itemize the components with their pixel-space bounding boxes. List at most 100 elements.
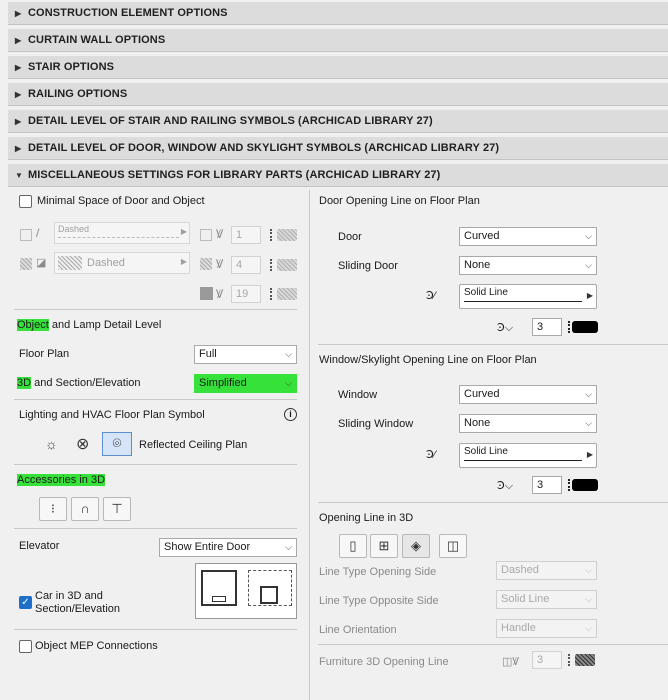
dots-icon — [270, 288, 273, 300]
chevron-down-icon: ⌵ — [585, 231, 592, 241]
door-line-type-picker[interactable]: Solid Line ▶ — [459, 284, 597, 309]
header-misc-settings[interactable]: ▼ MISCELLANEOUS SETTINGS FOR LIBRARY PART… — [8, 164, 668, 187]
header-railing-options[interactable]: ▶ RAILING OPTIONS — [8, 83, 668, 106]
expand-triangle-icon: ▶ — [15, 144, 22, 153]
pen-number-2[interactable]: 4 — [231, 256, 261, 274]
door-3d-icon[interactable]: ▯ — [339, 534, 367, 558]
header-curtain-wall-options[interactable]: ▶ CURTAIN WALL OPTIONS — [8, 29, 668, 52]
dots-icon — [568, 479, 571, 491]
floor-plan-label: Floor Plan — [19, 348, 70, 360]
pen-number-3[interactable]: 19 — [231, 285, 261, 303]
minimal-space-checkbox[interactable] — [19, 195, 32, 208]
line-type-field-2[interactable]: Dashed ▶ — [54, 252, 190, 274]
floor-plan-select[interactable]: Full ⌵ — [194, 345, 297, 364]
window-line-type-picker[interactable]: Solid Line ▶ — [459, 443, 597, 468]
expand-triangle-icon: ▶ — [15, 63, 22, 72]
furniture-pen-color[interactable] — [575, 654, 595, 666]
header-detail-stair-railing[interactable]: ▶ DETAIL LEVEL OF STAIR AND RAILING SYMBO… — [8, 110, 668, 133]
pen-icon: Ꝟ — [216, 287, 224, 301]
window-label: Window — [338, 389, 378, 401]
pen-color-swatch-1[interactable] — [277, 229, 297, 241]
section-elevation-select[interactable]: Simplified ⌵ — [194, 374, 297, 393]
mep-checkbox[interactable] — [19, 640, 32, 653]
pen-color-swatch-2[interactable] — [277, 259, 297, 271]
info-icon[interactable]: i — [284, 408, 297, 421]
expand-triangle-icon: ▶ — [15, 36, 22, 45]
chevron-down-icon: ⌵ — [585, 623, 592, 633]
sliding-door-select[interactable]: None ⌵ — [459, 256, 597, 275]
accessory-faucet-icon[interactable]: ∩ — [71, 497, 99, 521]
dots-icon — [568, 321, 571, 333]
furniture-pen-number[interactable]: 3 — [532, 651, 562, 669]
door-pen-color[interactable] — [572, 321, 598, 333]
chevron-down-icon: ⌵ — [585, 389, 592, 399]
line-type-icon: Ꜿ⁄ — [426, 290, 436, 302]
separator — [14, 399, 297, 400]
pen-slash-icon: / — [36, 226, 40, 240]
line-type-opposite-select[interactable]: Solid Line ⌵ — [496, 590, 597, 609]
pen-icon: Ꝟ — [216, 227, 224, 241]
skylight-3d-icon[interactable]: ◈ — [402, 534, 430, 558]
line-orientation-label: Line Orientation — [319, 624, 397, 636]
car-3d-label-line-1: Car in 3D and — [35, 590, 103, 602]
fill-icon — [20, 229, 32, 241]
header-stair-options[interactable]: ▶ STAIR OPTIONS — [8, 56, 668, 79]
separator — [318, 644, 668, 645]
car-3d-label-line-2: Section/Elevation — [35, 603, 120, 615]
window-pen-number[interactable]: 3 — [532, 476, 562, 494]
line-type-icon: Ꜿ⁄ — [426, 449, 436, 461]
collapse-triangle-icon: ▼ — [15, 171, 24, 180]
elevator-select[interactable]: Show Entire Door ⌵ — [159, 538, 297, 557]
window-pen-color[interactable] — [572, 479, 598, 491]
accessories-title: Accessories in 3D — [17, 474, 106, 486]
furniture-opening-label: Furniture 3D Opening Line — [319, 656, 449, 668]
line-type-opening-label: Line Type Opening Side — [319, 566, 437, 578]
chevron-down-icon: ⌵ — [285, 349, 292, 359]
dots-icon — [270, 229, 273, 241]
line-orientation-select[interactable]: Handle ⌵ — [496, 619, 597, 638]
light-bulb-icon[interactable]: ☼ — [45, 436, 58, 452]
header-detail-door-window[interactable]: ▶ DETAIL LEVEL OF DOOR, WINDOW AND SKYLIG… — [8, 137, 668, 160]
chevron-down-icon: ⌵ — [585, 565, 592, 575]
fill-pen-icon: ◪ — [36, 257, 47, 269]
header-construction-element-options[interactable]: ▶ CONSTRUCTION ELEMENT OPTIONS — [8, 2, 668, 25]
furniture-3d-icon[interactable]: ◫ — [439, 534, 467, 558]
sliding-window-select[interactable]: None ⌵ — [459, 414, 597, 433]
separator — [14, 309, 297, 310]
chevron-down-icon: ⌵ — [585, 260, 592, 270]
pen-line-icon: ◫Ꝟ — [502, 656, 520, 668]
chevron-down-icon: ⌵ — [285, 542, 292, 552]
hatch-pen-icon — [200, 258, 212, 270]
reflected-ceiling-button[interactable]: ⌾ — [102, 432, 132, 456]
reflected-ceiling-label: Reflected Ceiling Plan — [139, 439, 248, 451]
pen-number-1[interactable]: 1 — [231, 226, 261, 244]
object-lamp-title: Object and Lamp Detail Level — [17, 319, 162, 331]
line-type-opening-select[interactable]: Dashed ⌵ — [496, 561, 597, 580]
hatch-fill-icon — [20, 258, 32, 270]
window-3d-icon[interactable]: ⊞ — [370, 534, 398, 558]
door-select[interactable]: Curved ⌵ — [459, 227, 597, 246]
minimal-space-label: Minimal Space of Door and Object — [37, 195, 205, 207]
accessory-switch-icon[interactable]: ⁝ — [39, 497, 67, 521]
window-opening-title: Window/Skylight Opening Line on Floor Pl… — [319, 354, 537, 366]
section-elevation-label: 3D and Section/Elevation — [17, 377, 141, 389]
pen-icon: Ꝟ — [216, 257, 224, 271]
background-pen-icon — [200, 287, 213, 300]
expand-triangle-icon: ▶ — [15, 90, 22, 99]
elevator-label: Elevator — [19, 540, 60, 552]
pen-color-swatch-3[interactable] — [277, 288, 297, 300]
door-pen-number[interactable]: 3 — [532, 318, 562, 336]
pen-line-icon: Ꜿ⌵ — [497, 322, 514, 334]
line-type-opposite-label: Line Type Opposite Side — [319, 595, 439, 607]
dots-icon — [568, 654, 571, 666]
circle-cross-icon[interactable]: ⊗ — [76, 434, 89, 454]
chevron-down-icon: ⌵ — [585, 418, 592, 428]
column-divider — [309, 190, 310, 700]
accessory-handle-icon[interactable]: ⊤ — [103, 497, 131, 521]
line-type-field-1[interactable]: Dashed ▶ — [54, 222, 190, 244]
dots-icon — [270, 259, 273, 271]
door-label: Door — [338, 231, 362, 243]
window-select[interactable]: Curved ⌵ — [459, 385, 597, 404]
sliding-window-label: Sliding Window — [338, 418, 414, 430]
car-3d-checkbox[interactable]: ✓ — [19, 596, 32, 609]
